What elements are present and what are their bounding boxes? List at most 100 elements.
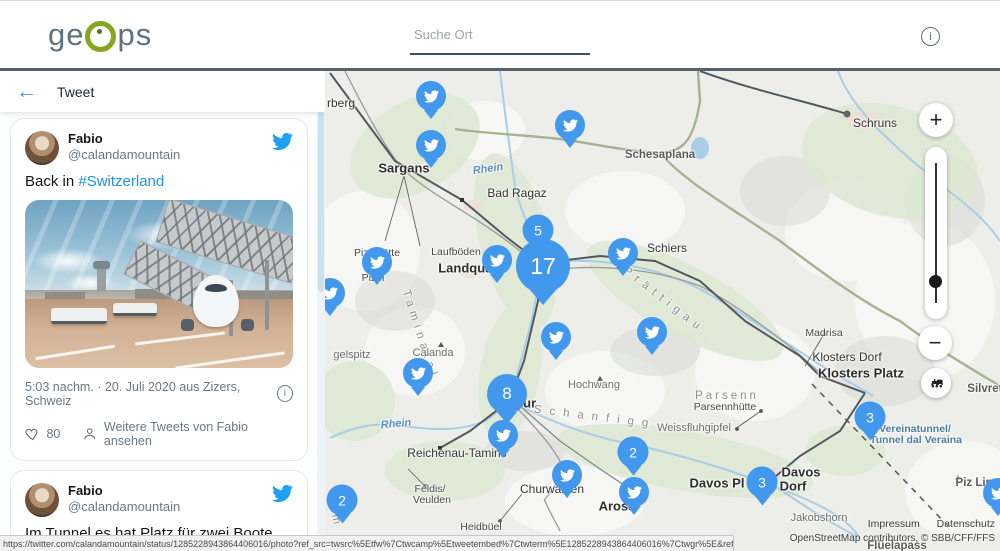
avatar[interactable]	[25, 131, 59, 165]
cluster-count: 5	[534, 222, 542, 238]
map-label: Tunnel dal Veraina	[870, 434, 962, 446]
status-bar: https://twitter.com/calandamountain/stat…	[0, 535, 734, 551]
zoom-in-button[interactable]: +	[919, 103, 953, 137]
twitter-bird-icon	[424, 89, 439, 104]
map-tweet-pin[interactable]	[416, 130, 446, 160]
twitter-bird-icon	[424, 138, 439, 153]
map-label: Weissfluhgipfel	[657, 422, 731, 434]
map-label: gelspitz	[333, 349, 370, 361]
map-label: Schiers	[647, 241, 687, 255]
map-cluster-marker[interactable]: 2	[618, 437, 649, 468]
map-tweet-pin[interactable]	[619, 477, 649, 507]
twitter-bird-icon	[549, 330, 564, 345]
map-cluster-marker[interactable]: 3	[747, 467, 778, 498]
tweet-list[interactable]: Fabio @calandamountain Back in #Switzerl…	[0, 112, 317, 551]
zoom-slider-thumb[interactable]	[929, 275, 942, 288]
twitter-bird-icon[interactable]	[272, 483, 293, 504]
avatar[interactable]	[25, 483, 59, 517]
map-tweet-pin[interactable]	[541, 322, 571, 352]
header: geps i	[0, 0, 1000, 69]
map-label: Bad Ragaz	[487, 186, 546, 200]
map-tweet-pin[interactable]	[416, 81, 446, 111]
map-label: Davos Pl	[690, 476, 745, 491]
cluster-count: 3	[866, 409, 874, 425]
twitter-bird-icon	[560, 468, 575, 483]
map-label: Madrisa	[805, 327, 842, 339]
train-layer-button[interactable]	[921, 368, 951, 398]
cluster-count: 8	[502, 384, 511, 404]
map-label: Klosters Dorf	[812, 350, 881, 364]
train-icon	[928, 375, 944, 391]
twitter-bird-icon[interactable]	[272, 131, 293, 152]
search-input[interactable]	[410, 27, 594, 42]
app-window: geps i ← Tweet Fabio @calandamountain	[0, 0, 1000, 551]
more-tweets-link[interactable]: Weitere Tweets von Fabio ansehen	[104, 420, 293, 448]
airport-vehicle	[113, 303, 157, 316]
map-area[interactable]: + − Impressum Datenschutz OpenStreetMap …	[325, 71, 1000, 551]
logo-text-right: ps	[117, 17, 152, 53]
map-label: Hochwang	[568, 379, 620, 391]
map-tweet-pin[interactable]	[488, 420, 518, 450]
map-cluster-marker[interactable]: 2	[327, 485, 358, 516]
sidebar-header: ← Tweet	[0, 71, 325, 112]
tweet-timestamp: 5:03 nachm. · 20. Juli 2020 aus Zizers, …	[25, 380, 277, 408]
logo-o-icon	[85, 21, 116, 52]
map-tweet-pin[interactable]	[637, 317, 667, 347]
twitter-bird-icon	[645, 325, 660, 340]
map-tweet-pin[interactable]	[403, 358, 433, 388]
osm-attribution: OpenStreetMap contributors, © SBB/CFF/FF…	[790, 533, 995, 544]
status-bar-url: https://twitter.com/calandamountain/stat…	[0, 539, 734, 549]
twitter-bird-icon	[490, 253, 505, 268]
map-label: Sargans	[378, 161, 429, 176]
search-box	[410, 15, 590, 55]
map-label: Klosters Platz	[818, 366, 904, 381]
map-label: Laufböden	[431, 246, 481, 258]
tweet-author-handle: @calandamountain	[68, 499, 272, 515]
like-heart-icon[interactable]	[25, 426, 40, 442]
back-arrow-icon[interactable]: ←	[16, 81, 37, 102]
sidebar-title: Tweet	[57, 84, 94, 100]
tweet-card[interactable]: Fabio @calandamountain Back in #Switzerl…	[10, 118, 308, 461]
map-label: Silvretta	[967, 383, 1000, 395]
map-tweet-pin[interactable]	[362, 247, 392, 277]
hashtag-link[interactable]: #Switzerland	[78, 173, 164, 190]
datenschutz-link[interactable]: Datenschutz	[937, 518, 995, 530]
map-cluster-marker[interactable]: 3	[855, 402, 886, 433]
like-count: 80	[46, 427, 60, 441]
impressum-link[interactable]: Impressum	[868, 518, 920, 530]
cluster-count: 3	[758, 474, 766, 490]
map-label: Dorf	[780, 479, 807, 494]
map-cluster-marker[interactable]: 8	[487, 374, 527, 414]
info-icon[interactable]: i	[921, 27, 940, 46]
twitter-bird-icon	[370, 255, 385, 270]
map-label: Parsennhütte	[694, 401, 756, 413]
map-label: Davos	[781, 465, 820, 480]
cluster-count: 2	[629, 444, 637, 460]
tweet-photo-airport[interactable]	[25, 200, 293, 368]
cluster-count: 17	[530, 253, 556, 280]
map-tweet-pin[interactable]	[555, 110, 585, 140]
twitter-bird-icon	[627, 485, 642, 500]
map-attribution: Impressum Datenschutz OpenStreetMap cont…	[790, 518, 995, 544]
map-tweet-pin[interactable]	[482, 245, 512, 275]
map-label: Heidbüel	[460, 521, 501, 533]
map-label: rberg	[327, 96, 355, 110]
twitter-bird-icon	[411, 366, 426, 381]
geops-logo[interactable]: geps	[48, 17, 152, 53]
control-tower	[97, 267, 106, 291]
sidebar-scrollbar[interactable]	[317, 112, 325, 551]
map-label: Veulden	[413, 494, 451, 506]
map-cluster-marker[interactable]: 17	[516, 239, 570, 293]
twitter-bird-icon	[325, 286, 338, 301]
tweet-info-icon[interactable]: i	[277, 385, 293, 402]
map-tweet-pin[interactable]	[552, 460, 582, 490]
person-icon	[82, 426, 97, 442]
map-label: Reichenau-Tamins	[407, 446, 506, 460]
map-tweet-pin[interactable]	[608, 238, 638, 268]
airplane	[193, 275, 239, 327]
zoom-slider[interactable]	[925, 147, 947, 319]
zoom-out-button[interactable]: −	[918, 326, 952, 360]
scrollbar-thumb[interactable]	[318, 112, 324, 292]
header-divider	[0, 68, 1000, 71]
tweet-text: Back in #Switzerland	[25, 172, 293, 192]
